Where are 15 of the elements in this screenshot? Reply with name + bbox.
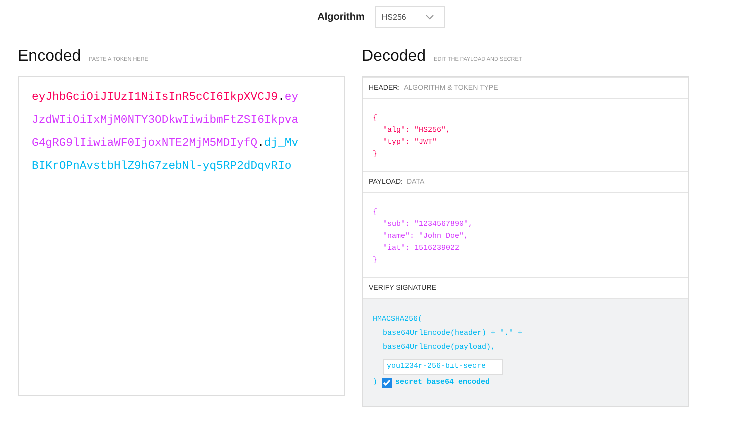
token-text: . [278,92,285,104]
algorithm-label: Algorithm [318,12,365,22]
checkbox[interactable] [382,378,392,388]
chevron-down-icon [426,14,434,20]
token-text: JzdWIiOiIxMjM0NTY3ODkwIiwibmFtZSI6Ikpva [32,115,299,127]
token-text: ey [284,92,299,104]
token-text: . [258,138,264,150]
token-text: BIKrOPnAvstbHlZ9hG7zebNl-yq5RP2dDqvRIo [32,161,292,173]
algorithm-select[interactable]: HS256 [374,6,446,28]
token-text: G4gRG9lIiwiaWF0IjoxNTE2MjM5MDIyfQ [32,138,258,150]
token-input[interactable]: eyJhbGciOiJIUzI1NiIsInR5cCI6IkpXVCJ9.ey JzdWIiOiIxMjM0NTY3ODkwIiwibmFtZSI6Ikpva G4gRG9lIiwiaWF0IjoxNTE2MjM5MDIyfQ.dj_Mv BIKrOPnAvstbHlZ9hG7zebNl-yq5RP2dDqvRIo [18,76,345,396]
token-text: eyJhbGciOiJIUzI1NiIsInR5cCI6IkpXVCJ9 [32,92,278,104]
decoded-title: Decoded [362,48,426,66]
token-text: dj_Mv [264,138,299,150]
encoded-title: Encoded [18,48,82,66]
